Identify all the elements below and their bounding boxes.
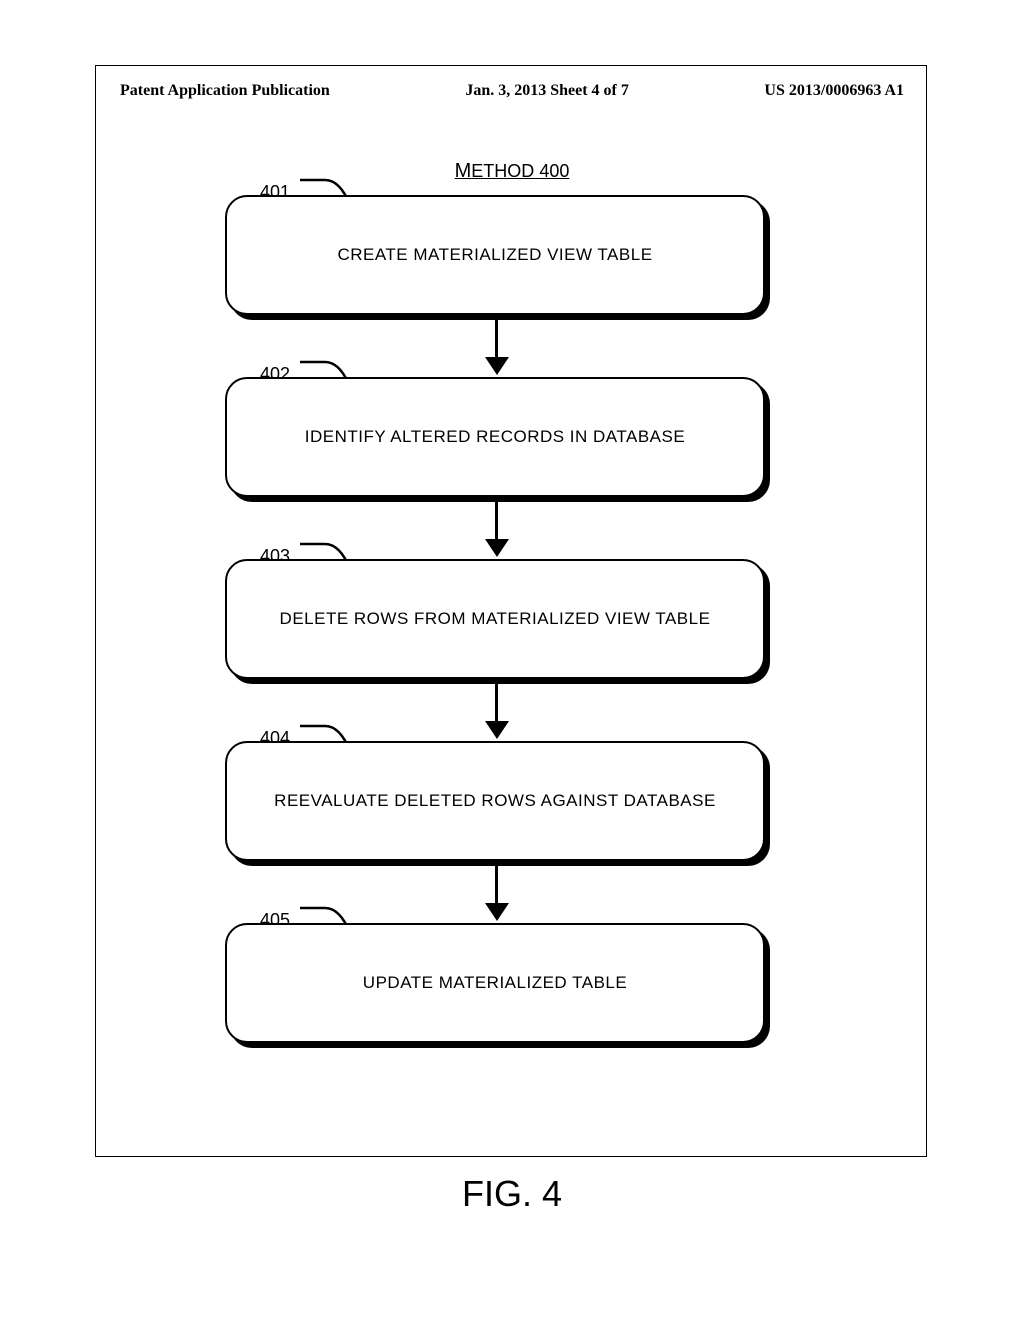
step-box-front: IDENTIFY ALTERED RECORDS IN DATABASE [225, 377, 765, 497]
step-text-401: CREATE MATERIALIZED VIEW TABLE [337, 245, 652, 265]
page-header: Patent Application Publication Jan. 3, 2… [0, 82, 1024, 100]
flow-step-404: 404 REEVALUATE DELETED ROWS AGAINST DATA… [215, 741, 780, 861]
step-text-404: REEVALUATE DELETED ROWS AGAINST DATABASE [274, 791, 716, 811]
step-box-403: DELETE ROWS FROM MATERIALIZED VIEW TABLE [225, 559, 765, 679]
flowchart: 401 CREATE MATERIALIZED VIEW TABLE 402 I… [215, 195, 780, 1043]
flow-step-405: 405 UPDATE MATERIALIZED TABLE [215, 923, 780, 1043]
method-title: METHOD 400 [0, 160, 1024, 183]
method-title-rest: ETHOD [471, 161, 534, 181]
arrow-line-icon [495, 679, 498, 724]
arrow-head-icon [485, 357, 509, 375]
flow-step-403: 403 DELETE ROWS FROM MATERIALIZED VIEW T… [215, 559, 780, 679]
arrow-head-icon [485, 903, 509, 921]
flow-step-402: 402 IDENTIFY ALTERED RECORDS IN DATABASE [215, 377, 780, 497]
header-right-text: US 2013/0006963 A1 [764, 82, 904, 100]
step-box-front: CREATE MATERIALIZED VIEW TABLE [225, 195, 765, 315]
step-box-402: IDENTIFY ALTERED RECORDS IN DATABASE [225, 377, 765, 497]
step-box-front: UPDATE MATERIALIZED TABLE [225, 923, 765, 1043]
step-box-405: UPDATE MATERIALIZED TABLE [225, 923, 765, 1043]
header-left-text: Patent Application Publication [120, 82, 330, 100]
step-box-front: REEVALUATE DELETED ROWS AGAINST DATABASE [225, 741, 765, 861]
arrow-head-icon [485, 539, 509, 557]
method-title-prefix: M [455, 160, 472, 182]
step-box-front: DELETE ROWS FROM MATERIALIZED VIEW TABLE [225, 559, 765, 679]
arrow-line-icon [495, 315, 498, 360]
method-number: 400 [539, 161, 569, 181]
step-text-403: DELETE ROWS FROM MATERIALIZED VIEW TABLE [280, 609, 711, 629]
step-text-402: IDENTIFY ALTERED RECORDS IN DATABASE [305, 427, 685, 447]
step-text-405: UPDATE MATERIALIZED TABLE [363, 973, 627, 993]
figure-label: FIG. 4 [0, 1173, 1024, 1215]
flow-step-401: 401 CREATE MATERIALIZED VIEW TABLE [215, 195, 780, 315]
arrow-line-icon [495, 861, 498, 906]
arrow-head-icon [485, 721, 509, 739]
step-box-401: CREATE MATERIALIZED VIEW TABLE [225, 195, 765, 315]
arrow-line-icon [495, 497, 498, 542]
step-box-404: REEVALUATE DELETED ROWS AGAINST DATABASE [225, 741, 765, 861]
header-center-text: Jan. 3, 2013 Sheet 4 of 7 [465, 82, 629, 100]
